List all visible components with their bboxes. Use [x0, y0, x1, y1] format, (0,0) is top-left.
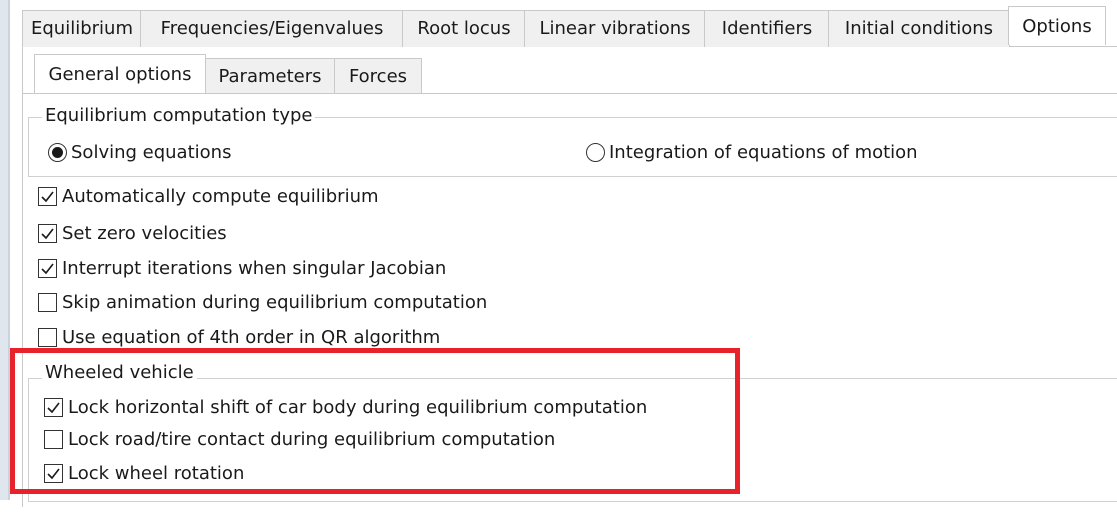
- radio-selected-icon[interactable]: [48, 142, 67, 162]
- checkbox-checked-icon[interactable]: [44, 397, 63, 417]
- checkbox-label: Set zero velocities: [62, 222, 227, 244]
- checkbox-lock-road-tire-contact[interactable]: Lock road/tire contact during equilibriu…: [44, 427, 555, 451]
- tab-linear-vibrations[interactable]: Linear vibrations: [524, 10, 706, 47]
- checkbox-unchecked-icon[interactable]: [38, 292, 57, 312]
- tab-frequencies-eigenvalues[interactable]: Frequencies/Eigenvalues: [140, 10, 404, 47]
- checkbox-label: Use equation of 4th order in QR algorith…: [62, 326, 441, 348]
- radio-unselected-icon[interactable]: [586, 142, 605, 162]
- checkbox-checked-icon[interactable]: [38, 223, 57, 243]
- checkbox-set-zero-velocities[interactable]: Set zero velocities: [38, 221, 227, 245]
- radio-label: Integration of equations of motion: [609, 141, 918, 163]
- equilibrium-type-title: Equilibrium computation type: [42, 105, 316, 127]
- checkbox-label: Lock road/tire contact during equilibriu…: [68, 428, 556, 450]
- checkbox-label: Interrupt iterations when singular Jacob…: [62, 257, 447, 279]
- checkbox-label: Lock horizontal shift of car body during…: [68, 396, 648, 418]
- tab-general-options[interactable]: General options: [34, 54, 206, 93]
- checkbox-interrupt-iterations[interactable]: Interrupt iterations when singular Jacob…: [38, 256, 446, 280]
- checkbox-checked-icon[interactable]: [38, 186, 57, 206]
- checkbox-label: Lock wheel rotation: [68, 462, 245, 484]
- radio-solving-equations[interactable]: Solving equations: [48, 140, 231, 164]
- tab-equilibrium[interactable]: Equilibrium: [22, 10, 142, 47]
- checkbox-skip-animation[interactable]: Skip animation during equilibrium comput…: [38, 290, 487, 314]
- tab-forces[interactable]: Forces: [334, 58, 422, 93]
- checkbox-lock-wheel-rotation[interactable]: Lock wheel rotation: [44, 461, 244, 485]
- wheeled-vehicle-title: Wheeled vehicle: [42, 362, 197, 384]
- tab-root-locus[interactable]: Root locus: [402, 10, 526, 47]
- checkbox-4th-order-qr[interactable]: Use equation of 4th order in QR algorith…: [38, 325, 440, 349]
- checkbox-label: Skip animation during equilibrium comput…: [62, 291, 488, 313]
- checkbox-label: Automatically compute equilibrium: [62, 185, 379, 207]
- tab-identifiers[interactable]: Identifiers: [704, 10, 830, 47]
- radio-label: Solving equations: [71, 141, 232, 163]
- checkbox-unchecked-icon[interactable]: [44, 429, 63, 449]
- left-panel-strip: [0, 0, 10, 500]
- checkbox-auto-compute-equilibrium[interactable]: Automatically compute equilibrium: [38, 184, 379, 208]
- tab-initial-conditions[interactable]: Initial conditions: [828, 10, 1010, 47]
- checkbox-checked-icon[interactable]: [38, 258, 57, 278]
- radio-integration-of-equations[interactable]: Integration of equations of motion: [586, 140, 918, 164]
- checkbox-checked-icon[interactable]: [44, 463, 63, 483]
- tab-parameters[interactable]: Parameters: [204, 58, 336, 93]
- checkbox-unchecked-icon[interactable]: [38, 327, 57, 347]
- tab-options[interactable]: Options: [1008, 6, 1106, 45]
- left-panel-edge: [8, 0, 10, 500]
- checkbox-lock-horizontal-shift[interactable]: Lock horizontal shift of car body during…: [44, 395, 647, 419]
